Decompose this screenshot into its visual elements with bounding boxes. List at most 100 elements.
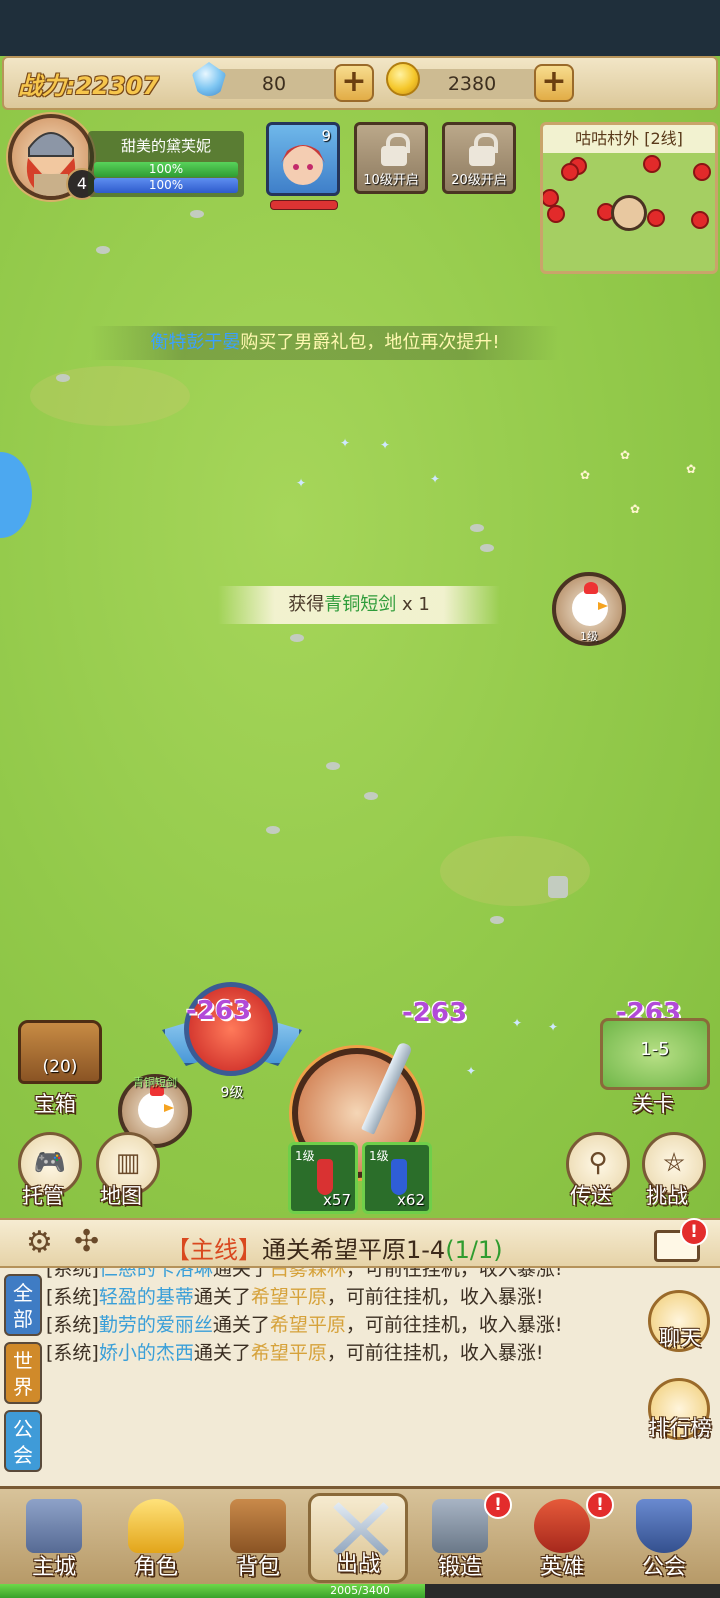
coin-icon (386, 62, 420, 96)
add-coins-button[interactable]: + (534, 64, 574, 102)
message-rest: ，可前往挂机，收入暴涨! (326, 1342, 544, 1364)
system-announcement: 衡特彭于晏购买了男爵礼包，地位再次提升! (90, 326, 560, 360)
quest-text[interactable]: 【主线】通关希望平原1-4(1/1) (166, 1230, 503, 1265)
rock (96, 246, 110, 254)
blue-potion-icon (391, 1159, 407, 1195)
announcement-player: 衡特彭于晏 (150, 332, 241, 353)
player-name: 甜美的黛芙妮 (120, 137, 211, 155)
locked-slot-2[interactable]: 20级开启 (442, 122, 516, 194)
stage-scroll-button[interactable]: 1-5 (600, 1018, 710, 1090)
gear-icon[interactable]: ⚙ (26, 1228, 53, 1258)
message-prefix: [系统] (46, 1342, 99, 1364)
mail-alert-badge: ! (680, 1218, 708, 1246)
flower: ✦ (340, 436, 351, 450)
message-location: 希望平原 (250, 1286, 327, 1308)
status-bar (0, 0, 720, 56)
enemy-level: 1级 (580, 630, 598, 643)
player-marker (611, 195, 647, 231)
mp-potion[interactable]: 1级 x62 (362, 1142, 432, 1214)
chat-tab-world[interactable]: 世界 (4, 1342, 42, 1404)
forge-alert-badge: ! (484, 1491, 512, 1519)
nav-label: 锻造 (437, 1555, 482, 1580)
locked-slot-1[interactable]: 10级开启 (354, 122, 428, 194)
add-gems-button[interactable]: + (334, 64, 374, 102)
nav-battle[interactable]: 出战 (308, 1493, 408, 1583)
hp-bar: 100% (94, 162, 238, 177)
coin-counter: 2380 (398, 69, 546, 99)
message-verb: 通关了 (193, 1342, 251, 1364)
rock (290, 634, 304, 642)
chat-messages[interactable]: [系统]仁慈的卡洛琳通关了白雾森林，可前往挂机，收入暴涨! [系统]轻盈的基蒂通… (46, 1268, 628, 1486)
treasure-chest-button[interactable]: (20) (18, 1020, 102, 1084)
chicken-icon (138, 1084, 174, 1128)
auto-battle-label: 托管 (22, 1184, 64, 1208)
chat-panel: 全部 世界 公会 [系统]仁慈的卡洛琳通关了白雾森林，可前往挂机，收入暴涨! [… (0, 1268, 720, 1486)
message-location: 希望平原 (269, 1314, 346, 1336)
flower: ✦ (296, 476, 307, 490)
crown-icon (128, 1499, 184, 1553)
experience-bar: 2005/3400 (0, 1584, 720, 1598)
flower: ✦ (430, 472, 441, 486)
potion-count: x62 (397, 1191, 425, 1209)
minimap[interactable]: 咕咕村外 [2线] (540, 122, 718, 274)
enemy-marker (691, 211, 709, 229)
enemy-marker (647, 209, 665, 227)
gamepad-icon: 🎮 (33, 1148, 67, 1178)
chat-message: [系统]轻盈的基蒂通关了希望平原，可前往挂机，收入暴涨! (46, 1284, 628, 1310)
party-hero-slot[interactable]: 9 (266, 122, 340, 196)
nav-label: 角色 (133, 1555, 178, 1580)
nav-label: 出战 (335, 1552, 380, 1577)
announcement-text: 购买了男爵礼包，地位再次提升! (240, 332, 500, 353)
red-potion-icon (317, 1159, 333, 1195)
hero-hp-bar (270, 200, 338, 210)
nav-backpack[interactable]: 背包 (208, 1493, 308, 1583)
quest-bar[interactable]: ⚙ ✣ 【主线】通关希望平原1-4(1/1) ! (0, 1218, 720, 1268)
message-rest: ，可前往挂机，收入暴涨! (345, 1268, 563, 1280)
nav-main-city[interactable]: 主城 (4, 1493, 104, 1583)
rock (470, 524, 484, 532)
nav-heroes[interactable]: 英雄 ! (512, 1491, 614, 1583)
nav-label: 公会 (641, 1555, 686, 1580)
message-prefix: [系统] (46, 1286, 99, 1308)
nav-character[interactable]: 角色 (106, 1493, 206, 1583)
message-player: 仁慈的卡洛琳 (98, 1268, 213, 1280)
chest-label: 宝箱 (34, 1092, 76, 1116)
map-label: 地图 (100, 1184, 142, 1208)
challenge-label: 挑战 (646, 1184, 688, 1208)
potion-count: x57 (323, 1191, 351, 1209)
chat-button-label[interactable]: 聊天 (640, 1322, 720, 1352)
chat-tab-all[interactable]: 全部 (4, 1274, 42, 1336)
hp-potion[interactable]: 1级 x57 (288, 1142, 358, 1214)
message-verb: 通关了 (193, 1286, 251, 1308)
locked-slot-label: 10级开启 (363, 173, 419, 188)
message-player: 娇小的杰西 (98, 1342, 194, 1364)
nav-label: 背包 (235, 1555, 280, 1580)
message-player: 轻盈的基蒂 (98, 1286, 194, 1308)
message-location: 白雾森林 (269, 1268, 346, 1280)
nav-forge[interactable]: 锻造 ! (410, 1491, 512, 1583)
hero-level: 9 (321, 127, 331, 145)
loot-item: 青铜短剑 (324, 594, 397, 615)
minimap-title: 咕咕村外 [2线] (543, 125, 715, 153)
rock (364, 792, 378, 800)
enemy-chicken[interactable]: 1级 (552, 572, 626, 646)
flower: ✿ (580, 468, 591, 482)
mp-bar: 100% (94, 178, 238, 193)
damage-number: -263 (186, 996, 252, 1026)
loot-quantity: x 1 (396, 594, 430, 615)
enemy-drop-label: 青铜短剑 (133, 1076, 177, 1089)
lock-icon (469, 133, 498, 166)
enemy-marker (547, 205, 565, 223)
chat-tabs: 全部 世界 公会 (4, 1274, 44, 1478)
enemy-marker (561, 163, 579, 181)
chat-tab-guild[interactable]: 公会 (4, 1410, 42, 1472)
chat-message: [系统]勤劳的爱丽丝通关了希望平原，可前往挂机，收入暴涨! (46, 1312, 628, 1338)
loot-popup: 获得青铜短剑 x 1 (218, 586, 500, 624)
enemy-marker (693, 163, 711, 181)
figure-icon[interactable]: ✣ (74, 1226, 99, 1258)
rank-button-label[interactable]: 排行榜 (640, 1412, 720, 1442)
nav-guild[interactable]: 公会 (614, 1493, 714, 1583)
chicken-icon (572, 582, 608, 626)
message-prefix: [系统] (46, 1268, 99, 1280)
experience-text: 2005/3400 (330, 1584, 390, 1597)
